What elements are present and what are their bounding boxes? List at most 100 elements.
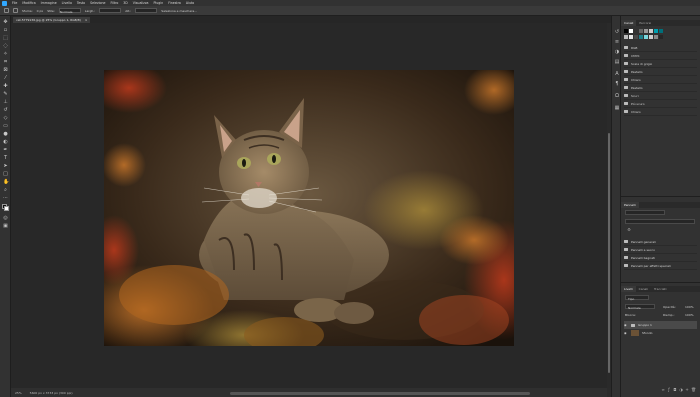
move-tool-icon[interactable]: ✥ xyxy=(3,20,8,25)
menu-testo[interactable]: Testo xyxy=(77,1,85,5)
cat-photo[interactable] xyxy=(104,70,514,346)
delete-layer-icon[interactable]: 🗑 xyxy=(691,388,696,392)
fill-value[interactable]: 100% xyxy=(685,313,694,317)
dodge-tool-icon[interactable]: ◐ xyxy=(3,140,8,145)
menu-modifica[interactable]: Modifica xyxy=(22,1,35,5)
hand-tool-icon[interactable]: ✋ xyxy=(3,180,9,185)
photoshop-logo-icon[interactable] xyxy=(2,0,7,6)
adjustment-layer-icon[interactable]: ◑ xyxy=(679,388,683,392)
color-swatch[interactable] xyxy=(634,35,638,39)
canvas-area[interactable] xyxy=(11,23,607,388)
menu-plugin[interactable]: Plugin xyxy=(153,1,163,5)
type-tool-icon[interactable]: T xyxy=(3,156,8,161)
history-brush-tool-icon[interactable]: ↺ xyxy=(3,108,8,113)
background-color-swatch[interactable] xyxy=(4,206,9,211)
layer-style-icon[interactable]: ƒ xyxy=(667,388,671,392)
color-swatch[interactable] xyxy=(649,35,653,39)
channel-group-item[interactable]: RGB xyxy=(624,44,697,52)
color-swatch[interactable] xyxy=(624,29,628,33)
color-swatch[interactable] xyxy=(644,35,648,39)
channel-group-item[interactable]: Chiaro xyxy=(624,108,697,116)
menu-finestra[interactable]: Finestra xyxy=(168,1,181,5)
opacity-value[interactable]: 100% xyxy=(685,305,694,309)
home-icon[interactable] xyxy=(4,8,9,13)
channel-group-item[interactable]: Pastello xyxy=(624,84,697,92)
color-swatch[interactable] xyxy=(659,35,663,39)
brush-group-item[interactable]: Pennelli per effetti speciali xyxy=(624,262,697,270)
new-layer-icon[interactable]: + xyxy=(685,388,689,392)
tab-livelli[interactable]: Livelli xyxy=(621,286,636,292)
menu-livello[interactable]: Livello xyxy=(62,1,72,5)
stile-select[interactable]: Normale xyxy=(58,8,81,14)
visibility-eye-icon[interactable]: ◉ xyxy=(624,331,628,335)
eyedropper-tool-icon[interactable]: ⁄ xyxy=(3,76,8,81)
pen-tool-icon[interactable]: ✒ xyxy=(3,148,8,153)
blend-mode-select[interactable]: Normale xyxy=(625,304,655,310)
layer-row[interactable]: ◉ Gruppo 1 xyxy=(624,321,697,329)
layer-kind-filter[interactable]: Tipo xyxy=(625,295,649,301)
vertical-scroll-thumb[interactable] xyxy=(608,133,610,373)
healing-brush-tool-icon[interactable]: ✚ xyxy=(3,84,8,89)
color-swatch[interactable] xyxy=(639,35,643,39)
link-layers-icon[interactable]: ∞ xyxy=(661,388,665,392)
menu-selezione[interactable]: Selezione xyxy=(90,1,105,5)
marquee-tool-preset-icon[interactable] xyxy=(13,8,18,13)
gradient-tool-icon[interactable]: ▭ xyxy=(3,124,8,129)
color-swatch[interactable] xyxy=(629,35,633,39)
brush-tool-icon[interactable]: ✎ xyxy=(3,92,8,97)
lasso-tool-icon[interactable]: ◌ xyxy=(3,44,8,49)
menu-aiuto[interactable]: Aiuto xyxy=(186,1,194,5)
altezza-input[interactable] xyxy=(135,8,158,13)
artboard-tool-icon[interactable]: ▫ xyxy=(3,28,8,33)
color-swatch[interactable] xyxy=(639,29,643,33)
add-mask-icon[interactable]: ◘ xyxy=(673,388,677,392)
color-swatch[interactable] xyxy=(659,29,663,33)
channel-group-item[interactable]: Pastello xyxy=(624,68,697,76)
color-swatch[interactable] xyxy=(624,35,628,39)
tab-tracciati[interactable]: Tracciati xyxy=(651,286,669,292)
magic-wand-tool-icon[interactable]: ✧ xyxy=(3,52,8,57)
visibility-eye-icon[interactable]: ◉ xyxy=(624,323,628,327)
brush-group-item[interactable]: Pennelli generali xyxy=(624,238,697,246)
clone-stamp-tool-icon[interactable]: ⊥ xyxy=(3,100,8,105)
document-tab-close-icon[interactable]: × xyxy=(85,18,88,22)
color-swatch[interactable] xyxy=(629,29,633,33)
channel-group-item[interactable]: CMYK xyxy=(624,52,697,60)
brush-settings-icon[interactable]: ⚙ xyxy=(627,228,631,232)
marquee-tool-icon[interactable]: ⬚ xyxy=(3,36,8,41)
quick-mask-icon[interactable]: ◎ xyxy=(3,216,8,221)
path-selection-tool-icon[interactable]: ➤ xyxy=(3,164,8,169)
channel-group-item[interactable]: Scala di grigio xyxy=(624,60,697,68)
swatches-panel-icon[interactable]: ▦ xyxy=(614,106,620,111)
libraries-panel-icon[interactable]: ▤ xyxy=(614,60,620,65)
screen-mode-icon[interactable]: ▣ xyxy=(3,224,8,229)
rectangle-tool-icon[interactable]: □ xyxy=(3,172,8,177)
menu-visualizza[interactable]: Visualizza xyxy=(133,1,149,5)
tab-pennelli[interactable]: Pennelli xyxy=(621,202,639,208)
character-panel-icon[interactable]: A xyxy=(614,72,620,77)
glyphs-panel-icon[interactable]: Ω xyxy=(614,94,620,99)
color-swatch[interactable] xyxy=(654,29,658,33)
color-swatch[interactable] xyxy=(654,35,658,39)
color-swatch[interactable] xyxy=(649,29,653,33)
crop-tool-icon[interactable]: ⌗ xyxy=(3,60,8,65)
tab-canali[interactable]: Canali xyxy=(621,20,637,26)
more-tools-icon[interactable]: ⋯ xyxy=(3,196,8,201)
blur-tool-icon[interactable]: ● xyxy=(3,132,8,137)
layer-row[interactable]: ◉ Sfondo xyxy=(624,329,697,337)
menu-3d[interactable]: 3D xyxy=(123,1,127,5)
adjustments-panel-icon[interactable]: ◑ xyxy=(614,50,620,55)
eraser-tool-icon[interactable]: ◇ xyxy=(3,116,8,121)
larghezza-input[interactable] xyxy=(99,8,122,13)
frame-tool-icon[interactable]: ⊠ xyxy=(3,68,8,73)
channel-group-item[interactable]: Chiaro xyxy=(624,76,697,84)
channel-group-item[interactable]: Scuri xyxy=(624,92,697,100)
history-panel-icon[interactable]: ↺ xyxy=(614,30,620,35)
brush-group-item[interactable]: Pennelli bagnati xyxy=(624,254,697,262)
brush-search-input[interactable] xyxy=(625,219,695,224)
channel-group-item[interactable]: Più scuro xyxy=(624,100,697,108)
brush-group-item[interactable]: Pennelli a secco xyxy=(624,246,697,254)
tab-canali-layers[interactable]: Canali xyxy=(636,286,651,292)
menu-file[interactable]: File xyxy=(12,1,17,5)
zoom-level[interactable]: 25% xyxy=(15,391,22,395)
